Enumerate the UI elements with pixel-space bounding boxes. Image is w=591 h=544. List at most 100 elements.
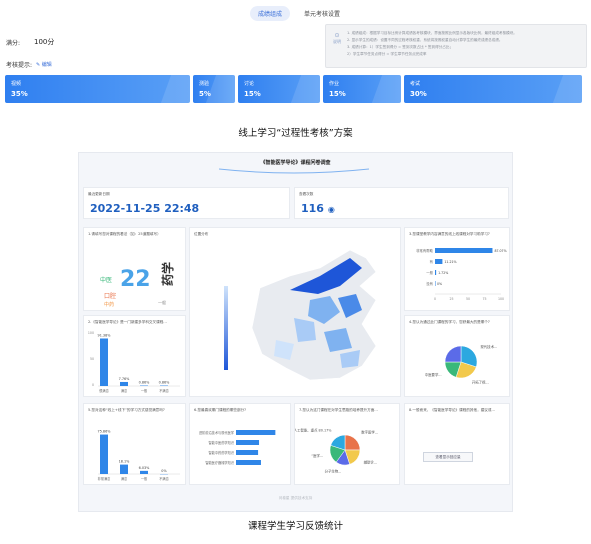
q2-tick-label: 0 [92,383,94,387]
q4-panel: 4.您认为通过此门课程的学习，您获最大的是哪个? 现代技术... 开拓了视... 中… [404,315,510,397]
q2-bar [100,338,108,386]
q7-slice-label: 数字医学... [361,430,378,435]
weight-card-discussion[interactable]: 讨论 15% [238,75,320,103]
q7-panel: 7.您认为这门课程在对学生思路的培养提升方面… 数字医学... 辅助诊... 分子生… [294,403,400,485]
edit-link[interactable]: ✎ 编辑 [36,61,52,68]
info-icon: ⊙ 说明 [330,33,344,45]
q6-category-label: 智能医疗器械学知识 [205,460,234,465]
q6-bar [236,450,259,455]
q6-bar [236,460,261,465]
q2-category-label: 很满意 [99,388,109,393]
q6-chart: 进阶前沿技术与现代医学智能中医药学知识智能中药药学知识智能医疗器械学知识 [199,430,276,465]
survey-dashboard: 《智能医学导论》课程问卷调查 最近更新日期 2022-11-25 22:48 查… [78,152,513,512]
q3-value-label: 87.07% [494,249,506,253]
q3-category-label: 有 [430,259,434,264]
assessment-hint-label: 考核提示: [6,62,33,69]
q5-bar [100,434,108,474]
notice-panel: ⊙ 说明 1. 成绩组成：根据学习目标比例计算成绩各考核模块，界面按照比例显示各… [325,24,587,68]
q5-panel: 5.您对这种“线上+线下”的学习方式感觉满意吗? 75.86% 非常满意 18.1%… [83,403,186,485]
notice-line: 3. 成绩计算：1）学生签到得分 = 签到次数占比 * 签到得分占比； [347,45,454,49]
edit-link-label: 编辑 [41,62,52,68]
dashboard-footer: 问卷星 提供技术支持 [278,496,313,500]
q3-tick-label: 50 [466,297,470,301]
wordcloud: 22 药学 中医 口腔 中药 一般 [100,262,175,308]
q2-category-label: 满意 [121,388,127,393]
wordcloud-word: 药学 [160,262,175,286]
notice-icon-label: 说明 [333,39,341,44]
q6-panel: 6.您最喜欢哪门课程的哪些部分? 进阶前沿技术与现代医学 智能中医药学知识 智能中药… [189,403,291,485]
q2-chart: 91.38% 很满意 7.76% 满意 0.86% 一般 0.86% 不满意 100 50 0 [88,331,180,393]
q3-value-label: 1.72% [438,271,448,275]
q3-value-label: 0% [437,282,442,286]
q2-value-label: 7.76% [119,377,131,381]
location-map [224,249,377,381]
q5-bar [140,470,148,474]
weight-card-exam[interactable]: 考试 30% [404,75,582,103]
last-update-value: 2022-11-25 22:48 [90,202,200,215]
q3-category-label: 没有 [426,281,433,286]
q6-category-label: 智能中药药学知识 [209,450,235,455]
weight-card-name: 视频 [11,81,22,87]
weight-card-homework[interactable]: 作业 15% [323,75,401,103]
q4-slice [444,345,462,363]
q5-value-label: 6.03% [139,466,151,470]
q3-category-label: 非常有帮助 [416,248,434,253]
q2-value-label: 0.86% [139,381,151,385]
q8-panel: 8.一般而来，《智能医学导论》课程的其他，建议或... 查看显示回应量 [404,403,510,485]
q3-panel: 3.您课堂教学内容满意的线上线课程对学习助学习? 非常有帮助 87.07% 有 11.… [404,227,510,311]
q2-tick-label: 100 [88,331,94,335]
q4-slice-label: 现代技术... [480,344,497,349]
q5-category-label: 非常满意 [98,476,111,481]
q6-bar [236,430,276,435]
q5-value-label: 75.86% [98,430,112,434]
q5-value-label: 0% [161,469,167,473]
q3-tick-label: 100 [498,297,504,301]
wordcloud-word: 中药 [104,301,114,308]
view-responses-button[interactable]: 查看显示回应量 [423,452,473,462]
views-value: 116 [301,202,324,215]
q8-title: 8.一般而来，《智能医学导论》课程的其他，建议或... [409,408,495,412]
q2-bar [120,381,128,386]
tab-bar: 成绩组成 单元考核设置 [250,6,348,21]
wordcloud-word: 中医 [100,276,112,284]
q2-category-label: 不满意 [159,388,169,393]
q2-panel: 2.《智能医学导论》是一门新建多学科交叉课程... 91.38% 很满意 7.76%… [83,315,186,397]
q5-bar [120,464,128,474]
last-update-label: 最近更新日期 [88,192,110,196]
q3-value-label: 11.21% [444,260,456,264]
q5-category-label: 不满意 [159,476,169,481]
map-legend-bar [224,286,228,370]
notice-line: 2）学生章节任务点得分 = 学生章节任务点完成率 [347,52,427,56]
wordcloud-word: 一般 [158,299,166,305]
weight-card-video[interactable]: 视频 35% [5,75,190,103]
q3-category-label: 一般 [426,270,433,275]
q3-tick-label: 0 [434,297,436,301]
q2-value-label: 91.38% [98,333,112,337]
q6-bar [236,440,260,445]
q6-category-label: 智能中医药学知识 [209,440,235,445]
views-panel: 查看次数 116 ◉ [294,187,509,219]
q3-tick-label: 75 [482,297,486,301]
notice-line: 1. 成绩组成：根据学习目标比例计算成绩各考核模块，界面按照比例显示各版块比例，… [347,31,517,35]
q7-chart: 数字医学... 辅助诊... 分子生物... “医学... 人工智能、重点 80.17% [295,427,378,473]
q5-category-label: 一般 [141,476,148,481]
q5-category-label: 满意 [121,476,127,481]
weight-card-row: 视频 35% 测验 5% 讨论 15% 作业 15% 考试 30% [5,75,582,103]
q4-slice-label: 开拓了视... [472,379,489,384]
q3-bar [435,259,443,264]
full-score-value: 100分 [34,38,55,46]
wordcloud-word: 口腔 [104,292,116,300]
tab-score-composition[interactable]: 成绩组成 [250,6,291,21]
weight-card-name: 考试 [410,81,421,87]
weight-card-value: 30% [410,90,427,98]
q3-bar [435,248,493,253]
weight-card-quiz[interactable]: 测验 5% [193,75,235,103]
wordcloud-word: 22 [120,267,151,292]
q5-chart: 75.86% 非常满意 18.1% 满意 6.03% 一般 0% 不满意 [98,430,180,481]
q2-category-label: 一般 [141,388,148,393]
eye-icon: ◉ [327,205,335,214]
q5-value-label: 18.1% [119,460,131,464]
title-decoration [219,168,369,174]
tab-unit-assessment-settings[interactable]: 单元考核设置 [296,6,348,21]
q2-tick-label: 50 [90,357,94,361]
